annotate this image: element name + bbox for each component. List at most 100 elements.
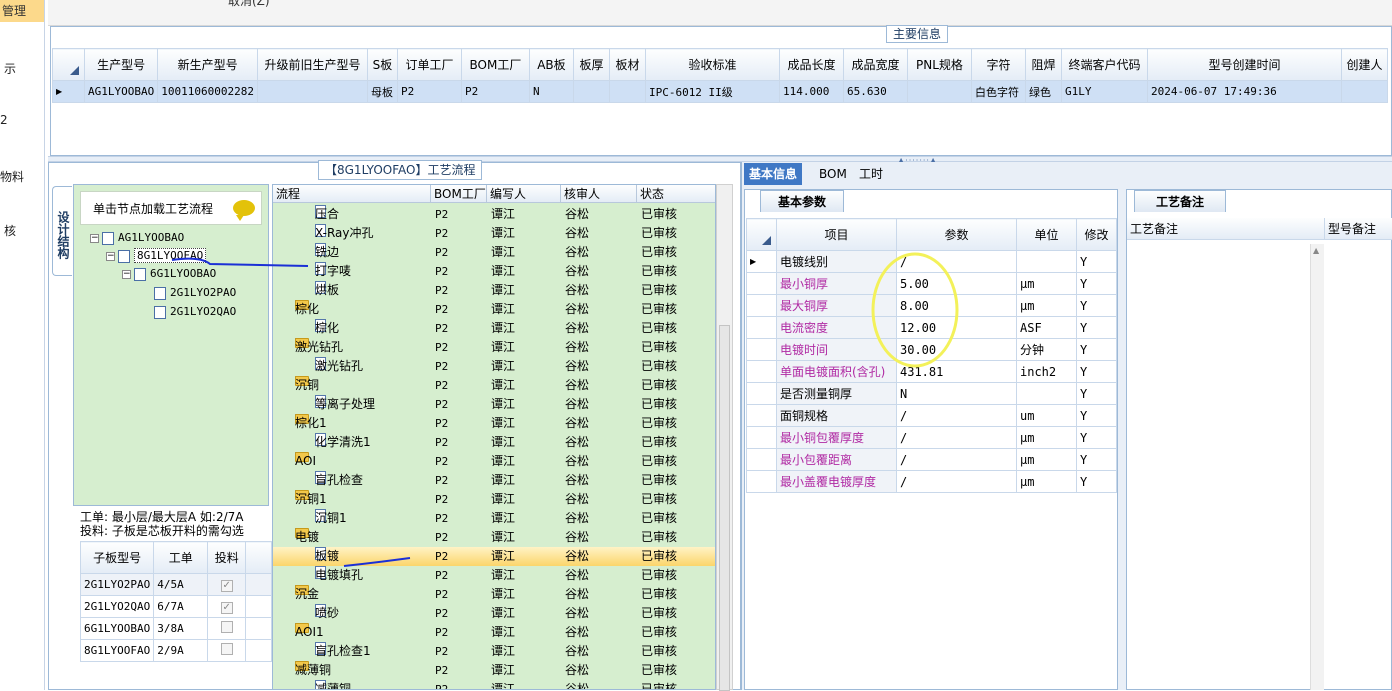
tab-bom[interactable]: BOM xyxy=(814,163,852,185)
col-header-status[interactable]: 状态 xyxy=(637,185,715,203)
process-step-row[interactable]: −沉铜P2谭江谷松已审核 xyxy=(273,376,715,395)
tree-node-selected[interactable]: −8G1LYOOFAO xyxy=(106,247,207,265)
process-step-row[interactable]: −电镀P2谭江谷松已审核 xyxy=(273,528,715,547)
process-step-row[interactable]: 压合 P2 谭江 谷松 已审核 xyxy=(273,205,715,224)
order-cell[interactable]: 4/5A xyxy=(153,573,209,596)
process-step-row[interactable]: 等离子处理 P2 谭江 谷松 已审核 xyxy=(273,395,715,414)
nav-item-manage[interactable]: 管理 xyxy=(0,0,44,22)
nav-item-1[interactable]: 示 xyxy=(4,60,48,77)
col-header-model-remark[interactable]: 型号备注 xyxy=(1325,218,1392,240)
param-row[interactable]: 电流密度 12.00 ASF Y xyxy=(746,316,1117,339)
tree-node-leaf[interactable]: 2G1LYO2QAO xyxy=(154,303,236,321)
param-value[interactable]: N xyxy=(896,382,1017,405)
process-step-row[interactable]: −激光钻孔P2谭江谷松已审核 xyxy=(273,338,715,357)
cell-13[interactable]: 白色字符 xyxy=(970,80,1026,103)
col-header-process-remark[interactable]: 工艺备注 xyxy=(1127,218,1325,240)
cell-5[interactable]: P2 xyxy=(460,80,530,103)
sub-board-row[interactable]: 6G1LYOOBAO 3/8A xyxy=(79,617,273,640)
param-value[interactable]: 8.00 xyxy=(896,294,1017,317)
feed-cell[interactable]: ✓ xyxy=(207,573,247,596)
process-step-row[interactable]: 打字唛 P2 谭江 谷松 已审核 xyxy=(273,262,715,281)
process-step-row[interactable]: −棕化P2谭江谷松已审核 xyxy=(273,300,715,319)
col-header-bom-factory[interactable]: BOM工厂 xyxy=(431,185,487,203)
sub-board-row[interactable]: 2G1LYO2PAO 4/5A ✓ xyxy=(79,573,273,596)
col-header-sub-model[interactable]: 子板型号 xyxy=(79,541,155,574)
col-header-writer[interactable]: 编写人 xyxy=(487,185,561,203)
param-row[interactable]: ▶ 电镀线别 / Y xyxy=(746,250,1117,273)
cell-16[interactable]: 2024-06-07 17:49:36 xyxy=(1146,80,1342,103)
cell-1[interactable]: 10011060002282 xyxy=(157,80,258,103)
nav-item-2[interactable]: 2 xyxy=(0,113,44,127)
cell-11[interactable]: 65.630 xyxy=(842,80,908,103)
feed-checkbox[interactable]: ✓ xyxy=(220,580,233,592)
tree-node-root[interactable]: − AG1LYOOBAO xyxy=(90,229,184,247)
col-header-17[interactable]: 创建人 xyxy=(1340,48,1388,81)
nav-item-3[interactable]: 物料 xyxy=(0,168,44,185)
cell-17[interactable] xyxy=(1340,80,1388,103)
cell-12[interactable] xyxy=(906,80,972,103)
sub-board-row[interactable]: 8G1LYOOFAO 2/9A xyxy=(79,639,273,662)
order-cell[interactable]: 3/8A xyxy=(153,617,209,640)
col-header-8[interactable]: 板材 xyxy=(608,48,646,81)
param-modify[interactable]: Y xyxy=(1076,470,1117,493)
col-header-modify[interactable]: 修改 xyxy=(1076,218,1117,251)
cell-14[interactable]: 绿色 xyxy=(1024,80,1062,103)
param-modify[interactable]: Y xyxy=(1076,404,1117,427)
cell-3[interactable]: 母板 xyxy=(366,80,398,103)
col-header-0[interactable]: 生产型号 xyxy=(83,48,159,81)
scroll-up-icon[interactable]: ▲ xyxy=(1313,246,1319,255)
cell-7[interactable] xyxy=(572,80,610,103)
process-step-row[interactable]: 喷砂 P2 谭江 谷松 已审核 xyxy=(273,604,715,623)
cell-2[interactable] xyxy=(256,80,368,103)
col-header-10[interactable]: 成品长度 xyxy=(778,48,844,81)
param-row[interactable]: 电镀时间 30.00 分钟 Y xyxy=(746,338,1117,361)
param-modify[interactable]: Y xyxy=(1076,316,1117,339)
col-header-7[interactable]: 板厚 xyxy=(572,48,610,81)
cell-6[interactable]: N xyxy=(528,80,574,103)
feed-cell[interactable] xyxy=(207,639,247,662)
param-value[interactable]: / xyxy=(896,404,1017,427)
process-step-row[interactable]: −沉金P2谭江谷松已审核 xyxy=(273,585,715,604)
tree-node-leaf[interactable]: 2G1LYO2PAO xyxy=(154,284,236,302)
cell-0[interactable]: AG1LYOOBAO xyxy=(83,80,159,103)
remark-scrollbar[interactable]: ▲ xyxy=(1310,244,1324,690)
param-row[interactable]: 最小铜厚 5.00 μm Y xyxy=(746,272,1117,295)
cell-15[interactable]: G1LY xyxy=(1060,80,1148,103)
order-cell[interactable]: 2/9A xyxy=(153,639,209,662)
sub-board-row[interactable]: 2G1LYO2QAO 6/7A ✓ xyxy=(79,595,273,618)
param-value[interactable]: / xyxy=(896,250,1017,273)
collapse-icon[interactable]: − xyxy=(90,233,99,243)
param-row[interactable]: 最小铜包覆厚度 / μm Y xyxy=(746,426,1117,449)
process-scrollbar[interactable] xyxy=(716,184,733,691)
param-row[interactable]: 最小盖覆电镀厚度 / μm Y xyxy=(746,470,1117,493)
process-step-row[interactable]: 激光钻孔 P2 谭江 谷松 已审核 xyxy=(273,357,715,376)
process-step-row[interactable]: 沉铜1 P2 谭江 谷松 已审核 xyxy=(273,509,715,528)
param-modify[interactable]: Y xyxy=(1076,360,1117,383)
param-modify[interactable]: Y xyxy=(1076,338,1117,361)
feed-checkbox[interactable] xyxy=(220,643,233,655)
param-value[interactable]: 30.00 xyxy=(896,338,1017,361)
process-step-row[interactable]: −减薄铜P2谭江谷松已审核 xyxy=(273,661,715,680)
process-step-row[interactable]: −棕化1P2谭江谷松已审核 xyxy=(273,414,715,433)
feed-checkbox[interactable] xyxy=(220,621,233,633)
cell-4[interactable]: P2 xyxy=(396,80,462,103)
col-header-feed[interactable]: 投料 xyxy=(207,541,247,574)
process-step-row[interactable]: 电镀填孔 P2 谭江 谷松 已审核 xyxy=(273,566,715,585)
process-step-row[interactable]: 棕化 P2 谭江 谷松 已审核 xyxy=(273,319,715,338)
param-modify[interactable]: Y xyxy=(1076,294,1117,317)
scrollbar-thumb[interactable] xyxy=(719,325,730,691)
col-header-14[interactable]: 阻焊 xyxy=(1024,48,1062,81)
cell-9[interactable]: IPC-6012 II级 xyxy=(644,80,780,103)
col-header-1[interactable]: 新生产型号 xyxy=(157,48,258,81)
col-header-4[interactable]: 订单工厂 xyxy=(396,48,462,81)
col-header-13[interactable]: 字符 xyxy=(970,48,1026,81)
col-header-order[interactable]: 工单 xyxy=(153,541,209,574)
col-header-9[interactable]: 验收标准 xyxy=(644,48,780,81)
col-header-11[interactable]: 成品宽度 xyxy=(842,48,908,81)
param-modify[interactable]: Y xyxy=(1076,426,1117,449)
process-step-row[interactable]: 烘板 P2 谭江 谷松 已审核 xyxy=(273,281,715,300)
param-value[interactable]: 12.00 xyxy=(896,316,1017,339)
process-step-row[interactable]: 板镀 P2 谭江 谷松 已审核 xyxy=(273,547,715,566)
param-row[interactable]: 最大铜厚 8.00 μm Y xyxy=(746,294,1117,317)
col-header-16[interactable]: 型号创建时间 xyxy=(1146,48,1342,81)
